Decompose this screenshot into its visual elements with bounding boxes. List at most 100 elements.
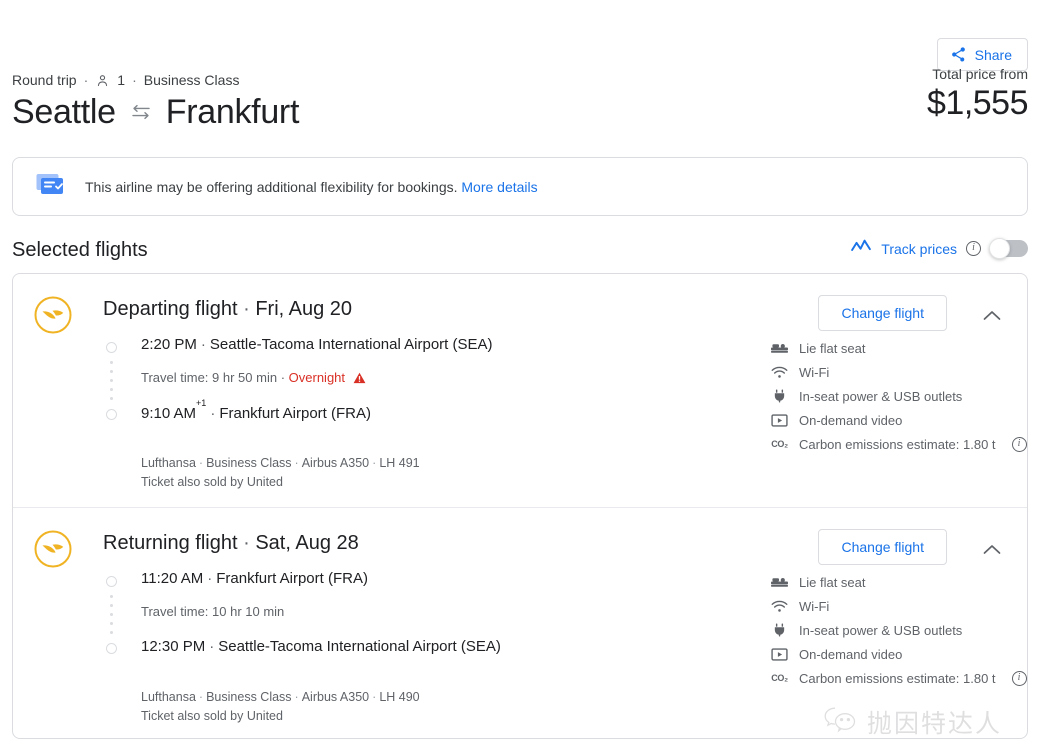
arrival-airport: Seattle-Tacoma International Airport (SE… bbox=[218, 638, 501, 655]
toggle-knob bbox=[989, 238, 1010, 259]
trip-type[interactable]: Round trip bbox=[12, 72, 77, 88]
power-plug-icon bbox=[771, 389, 788, 403]
travel-time: Travel time: 9 hr 50 min bbox=[141, 370, 278, 385]
lufthansa-logo bbox=[33, 295, 73, 340]
price-block: Total price from $1,555 bbox=[927, 66, 1029, 123]
change-flight-button-returning[interactable]: Change flight bbox=[818, 529, 947, 565]
banner-text: This airline may be offering additional … bbox=[85, 179, 538, 195]
amenity-label: Wi-Fi bbox=[799, 598, 830, 614]
departure-airport: Seattle-Tacoma International Airport (SE… bbox=[209, 336, 493, 353]
leg-date: Fri, Aug 20 bbox=[255, 298, 353, 320]
origin-city: Seattle bbox=[12, 93, 116, 131]
arrival-time: 12:30 PM bbox=[141, 638, 206, 655]
departure-row-returning: 11:20 AM · Frankfurt Airport (FRA) bbox=[141, 570, 368, 587]
lie-flat-seat-icon bbox=[771, 576, 788, 589]
on-demand-video-icon bbox=[771, 413, 788, 427]
lie-flat-seat-icon bbox=[771, 342, 788, 355]
cabin-label: Business Class bbox=[206, 456, 292, 470]
carbon-info-icon[interactable]: i bbox=[1011, 670, 1027, 686]
wifi-icon bbox=[771, 600, 788, 613]
aircraft-type: Airbus A350 bbox=[301, 456, 370, 470]
leg-date: Sat, Aug 28 bbox=[255, 532, 359, 554]
amenity-power: In-seat power & USB outlets bbox=[771, 618, 1027, 642]
arrival-row-returning: 12:30 PM · Seattle-Tacoma International Ai… bbox=[141, 638, 501, 655]
flexibility-banner: This airline may be offering additional … bbox=[12, 157, 1028, 216]
overnight-separator: · bbox=[280, 370, 286, 385]
lufthansa-logo bbox=[33, 529, 73, 574]
amenity-video: On-demand video bbox=[771, 642, 1027, 666]
chevron-up-icon-departing[interactable] bbox=[979, 302, 1005, 328]
trip-meta: Round trip · 1 · Business Class bbox=[12, 72, 239, 88]
aircraft-type: Airbus A350 bbox=[301, 690, 370, 704]
total-price: $1,555 bbox=[927, 84, 1029, 122]
overnight-label: Overnight bbox=[288, 370, 346, 385]
price-label: Total price from bbox=[932, 66, 1028, 82]
share-button-label: Share bbox=[974, 46, 1012, 63]
amenity-wifi: Wi-Fi bbox=[771, 360, 1027, 384]
amenity-lie-flat-seat: Lie flat seat bbox=[771, 336, 1027, 360]
amenity-label: On-demand video bbox=[799, 646, 903, 662]
timeline-origin-dot bbox=[106, 576, 117, 587]
flight-number: LH 491 bbox=[379, 456, 420, 470]
departure-time: 2:20 PM bbox=[141, 336, 197, 353]
person-icon bbox=[95, 73, 110, 88]
travel-time-row-departing: Travel time: 9 hr 50 min · Overnight bbox=[141, 370, 366, 387]
leg-title-separator: · bbox=[243, 298, 250, 320]
flight-leg-departing: Departing flight · Fri, Aug 20 Change fl… bbox=[13, 274, 1027, 507]
amenity-label: Carbon emissions estimate: 1.80 t bbox=[799, 436, 996, 452]
track-prices-row: Track prices i bbox=[850, 238, 1028, 259]
amenity-label: Carbon emissions estimate: 1.80 t bbox=[799, 670, 996, 686]
airline-name: Lufthansa bbox=[141, 690, 196, 704]
timeline-returning bbox=[106, 576, 128, 662]
on-demand-video-icon bbox=[771, 647, 788, 661]
cabin-class[interactable]: Business Class bbox=[144, 72, 240, 88]
airline-details-returning: Lufthansa · Business Class · Airbus A350 · LH … bbox=[141, 688, 420, 727]
warning-triangle-icon bbox=[353, 372, 366, 387]
power-plug-icon bbox=[771, 623, 788, 637]
departure-airport: Frankfurt Airport (FRA) bbox=[216, 570, 368, 587]
arrival-airport: Frankfurt Airport (FRA) bbox=[219, 405, 372, 422]
passenger-count[interactable]: 1 bbox=[117, 72, 125, 88]
cabin-label: Business Class bbox=[206, 690, 292, 704]
leg-title-returning: Returning flight · Sat, Aug 28 bbox=[103, 532, 359, 555]
meta-separator-2: · bbox=[132, 72, 137, 88]
amenity-label: Wi-Fi bbox=[799, 364, 830, 380]
chevron-up-icon-returning[interactable] bbox=[979, 536, 1005, 562]
departure-time: 11:20 AM bbox=[141, 570, 204, 587]
timeline-destination-dot bbox=[106, 643, 117, 654]
amenities-returning: Lie flat seat Wi-Fi In-seat power & USB … bbox=[771, 570, 1027, 690]
banner-more-details-link[interactable]: More details bbox=[461, 179, 537, 195]
route-title: Seattle Frankfurt bbox=[12, 93, 299, 132]
also-sold-by: Ticket also sold by United bbox=[141, 709, 283, 724]
also-sold-by: Ticket also sold by United bbox=[141, 475, 283, 490]
leg-title-text: Returning flight bbox=[103, 532, 238, 554]
track-prices-label[interactable]: Track prices bbox=[881, 241, 957, 257]
carbon-info-icon[interactable]: i bbox=[1011, 436, 1027, 452]
travel-time-row-returning: Travel time: 10 hr 10 min bbox=[141, 604, 284, 619]
arrival-day-offset: +1 bbox=[196, 398, 207, 408]
amenity-power: In-seat power & USB outlets bbox=[771, 384, 1027, 408]
amenity-label: In-seat power & USB outlets bbox=[799, 388, 963, 404]
flight-number: LH 490 bbox=[379, 690, 420, 704]
flight-leg-returning: Returning flight · Sat, Aug 28 Change fl… bbox=[13, 507, 1027, 738]
arrival-row-departing: 9:10 AM+1· Frankfurt Airport (FRA) bbox=[141, 398, 372, 422]
change-flight-button-departing[interactable]: Change flight bbox=[818, 295, 947, 331]
timeline-departing bbox=[106, 342, 128, 428]
amenity-carbon-emissions: CO₂ Carbon emissions estimate: 1.80 t i bbox=[771, 666, 1027, 690]
timeline-destination-dot bbox=[106, 409, 117, 420]
timeline-origin-dot bbox=[106, 342, 117, 353]
swap-arrows-icon bbox=[130, 103, 152, 126]
amenity-carbon-emissions: CO₂ Carbon emissions estimate: 1.80 t i bbox=[771, 432, 1027, 456]
destination-city: Frankfurt bbox=[165, 93, 300, 131]
trending-line-icon bbox=[850, 238, 872, 259]
meta-separator-1: · bbox=[83, 72, 89, 88]
track-prices-toggle[interactable] bbox=[989, 238, 1028, 259]
info-icon[interactable]: i bbox=[966, 241, 981, 256]
co2-icon: CO₂ bbox=[771, 439, 788, 449]
leg-title-departing: Departing flight · Fri, Aug 20 bbox=[103, 298, 352, 321]
flexible-ticket-icon bbox=[35, 171, 67, 202]
airline-name: Lufthansa bbox=[141, 456, 196, 470]
selected-flights-title: Selected flights bbox=[12, 239, 148, 261]
leg-title-separator: · bbox=[243, 532, 250, 554]
amenity-lie-flat-seat: Lie flat seat bbox=[771, 570, 1027, 594]
